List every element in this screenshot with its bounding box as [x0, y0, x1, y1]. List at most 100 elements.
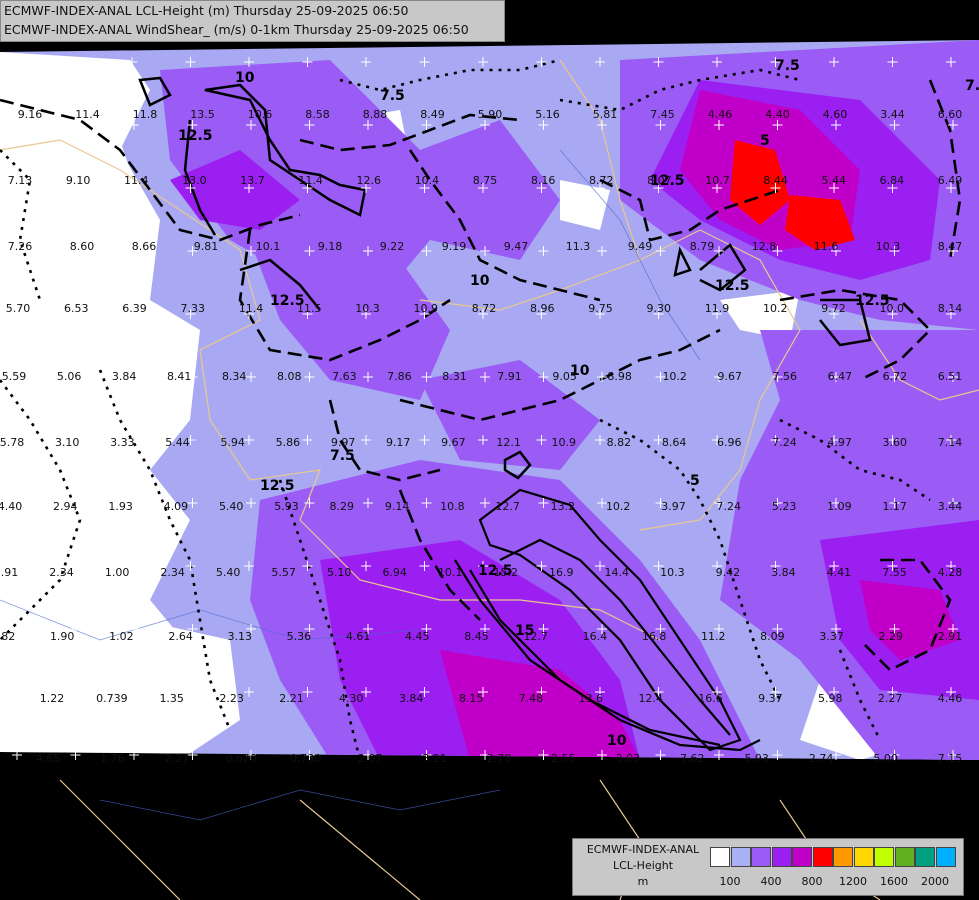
value-label: 4.09	[164, 500, 189, 513]
value-label: 8.15	[459, 692, 484, 705]
value-label: 5.70	[6, 302, 31, 315]
value-label: 8.29	[330, 500, 355, 513]
value-label: 3.13	[228, 630, 253, 643]
value-label: 16.8	[642, 630, 667, 643]
value-label: 8.47	[938, 240, 963, 253]
value-label: 7.15	[938, 752, 963, 765]
value-label: 12.4	[638, 692, 663, 705]
value-label: 10.2	[662, 370, 687, 383]
value-label: 6.60	[938, 108, 963, 121]
legend-tick: 2000	[921, 875, 949, 888]
value-label: 8.75	[473, 174, 498, 187]
value-label: 5.44	[822, 174, 847, 187]
value-label: 3.03	[616, 752, 641, 765]
value-label: 8.58	[305, 108, 330, 121]
value-label: 1.93	[108, 500, 133, 513]
value-label: 7.62	[680, 752, 705, 765]
value-label: 9.10	[66, 174, 91, 187]
value-label: 7.86	[387, 370, 412, 383]
value-label: 6.72	[883, 370, 908, 383]
contour-label: 12.5	[715, 278, 750, 294]
value-label: 8.07	[647, 174, 672, 187]
value-label: 10.6	[248, 108, 273, 121]
value-label: 5.78	[0, 436, 24, 449]
value-label: 9.30	[647, 302, 672, 315]
value-label: 2.78	[487, 752, 512, 765]
legend-swatch	[874, 847, 894, 867]
contour-label: 10	[607, 733, 627, 749]
value-label: 13.7	[240, 174, 265, 187]
legend-swatch	[792, 847, 812, 867]
value-label: 1.35	[159, 692, 184, 705]
legend-title-2: LCL-Height	[612, 859, 674, 872]
value-label: 2.34	[160, 566, 185, 579]
value-label: 1.22	[40, 692, 65, 705]
value-label: 1.17	[882, 500, 907, 513]
value-label: 9.67	[718, 370, 743, 383]
value-label: 9.14	[385, 500, 410, 513]
value-label: 14.4	[605, 566, 630, 579]
value-label: 2.64	[168, 630, 193, 643]
value-label: 12.6	[357, 174, 382, 187]
value-label: 5.23	[772, 500, 797, 513]
value-label: 6.49	[938, 174, 963, 187]
value-label: 3.84	[112, 370, 137, 383]
value-label: 1.00	[105, 566, 130, 579]
value-label: 5.36	[287, 630, 312, 643]
value-label: 8.82	[607, 436, 632, 449]
value-label: 2.34	[49, 566, 74, 579]
value-label: 8.45	[464, 630, 489, 643]
value-label: 9.42	[716, 566, 741, 579]
value-label: 5.10	[327, 566, 352, 579]
value-label: 6.84	[880, 174, 905, 187]
value-label: 9.18	[318, 240, 343, 253]
contour-label: 7.5	[380, 88, 405, 104]
value-label: 0.739	[96, 692, 128, 705]
value-label: 5.16	[535, 108, 560, 121]
value-label: 11.9	[705, 302, 730, 315]
value-label: 2.23	[219, 692, 244, 705]
value-label: 10.3	[876, 240, 901, 253]
value-label: 7.56	[773, 370, 798, 383]
value-label: 2.94	[53, 500, 78, 513]
legend-swatch	[812, 847, 833, 867]
value-label: 11.2	[701, 630, 726, 643]
contour-label: 7.5	[965, 78, 979, 94]
value-label: 2.82	[0, 630, 15, 643]
value-label: 4.45	[405, 630, 430, 643]
value-label: 11.3	[566, 240, 591, 253]
value-label: 6.53	[64, 302, 89, 315]
value-label: 9.16	[18, 108, 43, 121]
value-label: 12.7	[495, 500, 520, 513]
value-label: 4.60	[823, 108, 848, 121]
contour-label: 7.5	[330, 448, 355, 464]
contour-label: 12.5	[260, 478, 295, 494]
value-label: 10.8	[440, 500, 465, 513]
weather-map: 1012.57.512.512.512.512.51510107.57.5512…	[0, 0, 979, 900]
value-label: 4.61	[346, 630, 371, 643]
contour-label: 7.5	[775, 58, 800, 74]
value-label: 9.05	[552, 370, 577, 383]
value-label: 6.39	[122, 302, 147, 315]
value-label: 3.84	[399, 692, 424, 705]
value-label: 10.4	[415, 174, 440, 187]
legend-title-1: ECMWF-INDEX-ANAL	[586, 843, 700, 856]
legend-tick: 1600	[880, 875, 908, 888]
contour-label: 5	[690, 473, 700, 489]
value-label: 7.24	[717, 500, 742, 513]
value-label: 6.96	[717, 436, 742, 449]
value-label: 11.4	[298, 174, 323, 187]
value-label: 9.47	[504, 240, 529, 253]
legend-swatch	[935, 847, 956, 867]
value-label: 5.59	[2, 370, 27, 383]
value-label: 10.7	[705, 174, 730, 187]
legend-swatch	[751, 847, 771, 867]
value-label: 5.44	[165, 436, 190, 449]
value-label: 8.72	[589, 174, 614, 187]
legend-swatch	[915, 847, 935, 867]
value-label: 7.24	[772, 436, 797, 449]
value-label: 5.94	[220, 436, 245, 449]
value-label: 16.6	[698, 692, 723, 705]
value-label: 0.620	[226, 752, 258, 765]
value-label: 3.10	[55, 436, 80, 449]
